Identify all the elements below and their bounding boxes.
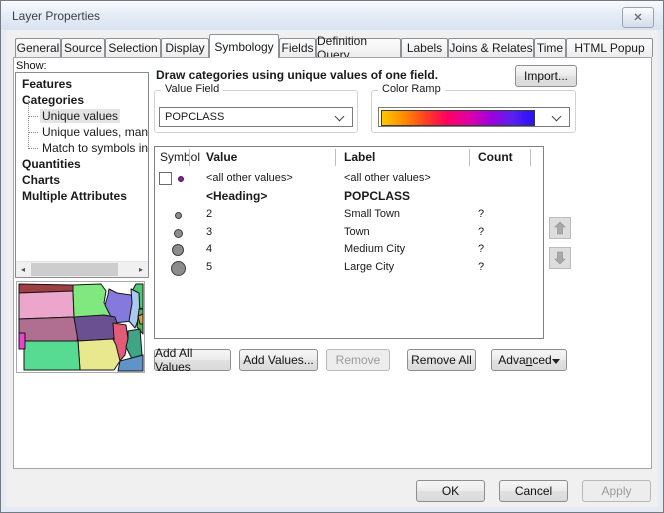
remove-all-button[interactable]: Remove All [407, 349, 476, 371]
import-button[interactable]: Import... [515, 65, 577, 87]
arrow-up-icon [554, 221, 566, 235]
table-row-medium-city[interactable]: 4 Medium City ? [155, 241, 543, 259]
table-row-town[interactable]: 3 Town ? [155, 224, 543, 242]
chevron-down-icon[interactable] [552, 112, 562, 122]
show-label: Show: [16, 60, 47, 72]
color-ramp-group: Color Ramp [371, 90, 576, 133]
tab-general[interactable]: General [15, 38, 61, 57]
tab-display[interactable]: Display [161, 38, 209, 57]
map-preview [16, 281, 145, 373]
advanced-menu-button[interactable]: Advanced [491, 349, 567, 371]
column-header-label: Label [344, 150, 375, 164]
tab-source[interactable]: Source [61, 38, 105, 57]
symbol-dot[interactable] [175, 212, 182, 219]
scroll-right-arrow-icon[interactable]: ▸ [134, 262, 148, 277]
tab-html-popup[interactable]: HTML Popup [566, 38, 653, 57]
renderer-tree: Features Categories Unique values Unique… [15, 72, 149, 278]
all-other-values-checkbox[interactable] [159, 172, 172, 185]
apply-button: Apply [582, 480, 651, 502]
tab-definition-query[interactable]: Definition Query [316, 38, 401, 57]
dropdown-caret-icon [552, 359, 560, 364]
tree-item-multiple-attributes[interactable]: Multiple Attributes [16, 188, 148, 204]
tab-symbology[interactable]: Symbology [209, 34, 279, 58]
column-header-value: Value [206, 150, 237, 164]
all-other-values-symbol[interactable] [178, 176, 184, 182]
tab-labels[interactable]: Labels [401, 38, 448, 57]
scrollbar-thumb[interactable] [31, 263, 118, 276]
tab-time[interactable]: Time [534, 38, 566, 57]
unique-values-table: Symbol Value Label Count <all other valu… [154, 146, 544, 339]
tree-item-features[interactable]: Features [16, 76, 148, 92]
ok-button[interactable]: OK [416, 480, 485, 502]
tree-item-charts[interactable]: Charts [16, 172, 148, 188]
tab-fields[interactable]: Fields [279, 38, 316, 57]
tree-item-quantities[interactable]: Quantities [16, 156, 148, 172]
color-ramp-label: Color Ramp [378, 83, 445, 95]
value-field-value: POPCLASS [165, 111, 224, 123]
scroll-left-arrow-icon[interactable]: ◂ [16, 262, 30, 277]
add-values-button[interactable]: Add Values... [239, 349, 318, 371]
tree-item-match-symbols[interactable]: Match to symbols in a [16, 140, 148, 156]
panel-description: Draw categories using unique values of o… [156, 68, 438, 82]
color-ramp-combobox[interactable] [378, 107, 570, 127]
close-button[interactable]: ✕ [622, 7, 654, 28]
column-header-count: Count [478, 150, 513, 164]
cancel-button[interactable]: Cancel [499, 480, 568, 502]
symbol-dot[interactable] [174, 229, 183, 238]
window-title: Layer Properties [12, 9, 100, 23]
value-field-combobox[interactable]: POPCLASS [159, 107, 353, 127]
tree-horizontal-scrollbar[interactable]: ◂ ▸ [16, 261, 148, 277]
add-all-values-button[interactable]: Add All Values [154, 349, 231, 371]
symbol-dot[interactable] [171, 261, 186, 276]
column-header-symbol: Symbol [160, 150, 200, 164]
arrow-down-icon [554, 251, 566, 265]
move-up-button [549, 217, 571, 239]
value-field-label: Value Field [161, 83, 223, 95]
table-row-small-town[interactable]: 2 Small Town ? [155, 206, 543, 224]
map-preview-image [17, 282, 144, 372]
move-down-button [549, 247, 571, 269]
table-row-large-city[interactable]: 5 Large City ? [155, 259, 543, 277]
tab-selection[interactable]: Selection [105, 38, 161, 57]
tab-joins-relates[interactable]: Joins & Relates [448, 38, 534, 57]
remove-button: Remove [326, 349, 390, 371]
color-ramp-gradient [381, 110, 535, 126]
table-row-all-other-values[interactable]: <all other values> <all other values> [155, 170, 543, 188]
chevron-down-icon[interactable] [335, 112, 345, 122]
close-icon: ✕ [633, 11, 642, 24]
value-field-group: Value Field POPCLASS [154, 90, 358, 133]
symbol-dot[interactable] [172, 244, 184, 256]
table-row-heading[interactable]: <Heading> POPCLASS [155, 188, 543, 206]
title-bar[interactable]: Layer Properties ✕ [1, 1, 663, 30]
layer-properties-dialog: Layer Properties ✕ General Source Select… [0, 0, 664, 513]
